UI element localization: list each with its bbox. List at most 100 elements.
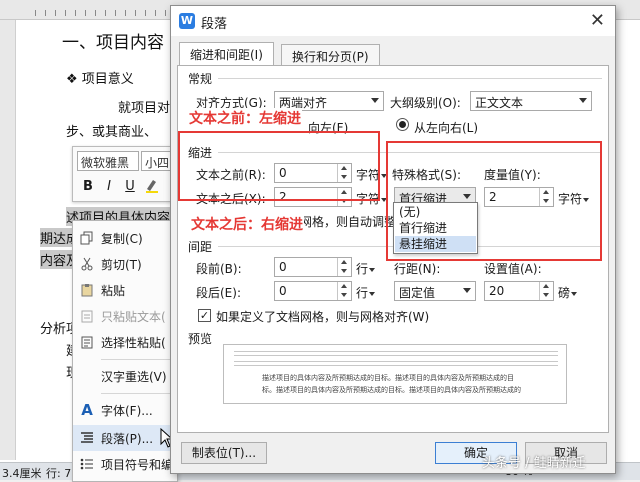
menu-item-bullets[interactable]: 项目符号和编 <box>73 451 179 477</box>
ltr-label: 从左向右(L) <box>414 121 479 135</box>
preview-line-1: 描述项目的具体内容及所预期达成的目标。描述项目的具体内容及所预期达成的目 <box>262 374 514 382</box>
snap-grid-label: 如果定义了文档网格，则与网格对齐(W) <box>216 310 430 324</box>
chevron-down-icon <box>369 267 376 272</box>
arrow-up-icon <box>341 284 347 288</box>
status-position: 3.4厘米 <box>2 467 42 480</box>
annotation-special-box <box>386 141 602 261</box>
space-before-label: 段前(B): <box>196 262 242 276</box>
vertical-ruler[interactable] <box>0 20 16 460</box>
line-spacing-select[interactable]: 固定值 <box>394 281 476 301</box>
space-after-unit[interactable]: 行 <box>356 284 376 301</box>
menu-item-label: 项目符号和编 <box>101 457 174 472</box>
set-value-value: 20 <box>489 284 505 298</box>
menu-item-label: 字体(F)... <box>101 403 153 418</box>
outline-level-select[interactable]: 正文文本 <box>470 91 592 111</box>
space-after-input[interactable]: 0 <box>274 281 352 301</box>
set-value-input[interactable]: 20 <box>484 281 554 301</box>
preview-line-2: 标。描述项目的具体内容及所预期达成的目标。描述项目的具体内容及所预期达成的 <box>262 386 521 394</box>
unit-label: 行 <box>356 286 369 300</box>
outline-level-label: 大纲级别(O): <box>390 96 461 110</box>
copy-icon <box>73 231 101 245</box>
outline-level-value: 正文文本 <box>475 96 524 110</box>
dialog-titlebar[interactable]: W 段落 ✕ <box>171 6 615 36</box>
space-after-value: 0 <box>279 284 287 298</box>
section-general: 常规 <box>188 72 213 86</box>
ltr-radio[interactable] <box>396 118 409 131</box>
status-row: 行: 7 <box>46 467 72 480</box>
annotation-indent-box <box>178 131 380 201</box>
annotation-after: 文本之后：右缩进 <box>190 214 304 234</box>
dialog-title: 段落 <box>201 17 228 32</box>
menu-item-label: 选择性粘贴( <box>101 335 166 350</box>
paragraph-icon <box>73 431 101 445</box>
menu-item-label: 汉字重选(V) <box>101 369 167 384</box>
scissors-icon <box>73 257 101 271</box>
preview-filler-line <box>234 361 558 366</box>
chevron-down-icon <box>579 98 587 103</box>
ruler-ticks <box>35 10 175 16</box>
arrow-down-icon <box>341 293 347 297</box>
menu-item-reselect[interactable]: 汉字重选(V) <box>73 363 179 389</box>
menu-item-label: 剪切(T) <box>101 257 142 272</box>
doc-bullet-1-text: 项目意义 <box>81 72 134 87</box>
space-after-label: 段后(E): <box>196 286 241 300</box>
tab-stops-button[interactable]: 制表位(T)... <box>181 442 267 464</box>
chevron-down-icon <box>371 98 379 103</box>
line-spacing-label: 行距(N): <box>394 262 441 276</box>
spinner-buttons[interactable] <box>337 282 351 300</box>
preview-filler-line <box>234 351 558 356</box>
doc-heading: 一、项目内容 <box>62 33 164 53</box>
paste-special-icon <box>73 335 101 349</box>
doc-line-b: 步、或其商业、 <box>66 125 158 140</box>
chevron-down-icon <box>369 291 376 296</box>
unit-label: 磅 <box>558 286 571 300</box>
annotation-before: 文本之前：左缩进 <box>188 108 302 128</box>
snap-grid-checkbox[interactable]: ✓ <box>198 309 211 322</box>
chevron-down-icon <box>571 291 578 296</box>
unit-label: 行 <box>356 262 369 276</box>
spinner-buttons[interactable] <box>539 282 553 300</box>
arrow-down-icon <box>341 269 347 273</box>
line-spacing-value: 固定值 <box>399 286 436 300</box>
arrow-down-icon <box>543 293 549 297</box>
underline-button[interactable]: U <box>121 177 139 197</box>
divider <box>218 78 602 79</box>
menu-item-cut[interactable]: 剪切(T) <box>73 251 179 277</box>
menu-item-label: 粘贴 <box>101 283 126 298</box>
set-value-unit[interactable]: 磅 <box>558 284 578 301</box>
spinner-buttons[interactable] <box>337 258 351 276</box>
space-before-value: 0 <box>279 260 287 274</box>
watermark: 头条号 / 鲑睛新迁 <box>482 456 586 471</box>
space-before-unit[interactable]: 行 <box>356 260 376 277</box>
mini-font-combo[interactable]: 微软雅黑 <box>77 151 139 171</box>
arrow-up-icon <box>543 284 549 288</box>
menu-item-label: 段落(P)... <box>101 431 154 446</box>
menu-item-label: 只粘贴文本( <box>101 309 166 324</box>
menu-separator <box>101 359 177 360</box>
doc-bullet-1: ❖ 项目意义 <box>66 72 134 87</box>
highlight-icon[interactable] <box>143 177 161 197</box>
menu-item-copy[interactable]: 复制(C) <box>73 225 179 251</box>
list-icon <box>73 457 101 471</box>
set-value-label: 设置值(A): <box>484 262 542 276</box>
paste-text-icon <box>73 309 101 323</box>
menu-item-font[interactable]: A 字体(F)... <box>73 397 179 423</box>
menu-item-label: 复制(C) <box>101 231 143 246</box>
menu-item-paste-text[interactable]: 只粘贴文本( <box>73 303 179 329</box>
close-icon[interactable]: ✕ <box>590 10 605 31</box>
mini-toolbar: 微软雅黑 小四 B I U <box>72 146 180 202</box>
space-before-input[interactable]: 0 <box>274 257 352 277</box>
italic-button[interactable]: I <box>100 177 118 197</box>
bold-button[interactable]: B <box>79 177 97 197</box>
wps-logo-icon: W <box>179 13 195 29</box>
font-icon: A <box>81 401 93 419</box>
menu-item-paste-special[interactable]: 选择性粘贴( <box>73 329 179 355</box>
tab-indent-spacing[interactable]: 缩进和间距(I) <box>179 42 274 66</box>
arrow-up-icon <box>341 260 347 264</box>
menu-separator <box>101 393 177 394</box>
section-spacing: 间距 <box>188 240 213 254</box>
paste-icon <box>73 283 101 297</box>
tab-line-page-breaks[interactable]: 换行和分页(P) <box>281 44 380 66</box>
chevron-down-icon <box>463 288 471 293</box>
menu-item-paste[interactable]: 粘贴 <box>73 277 179 303</box>
